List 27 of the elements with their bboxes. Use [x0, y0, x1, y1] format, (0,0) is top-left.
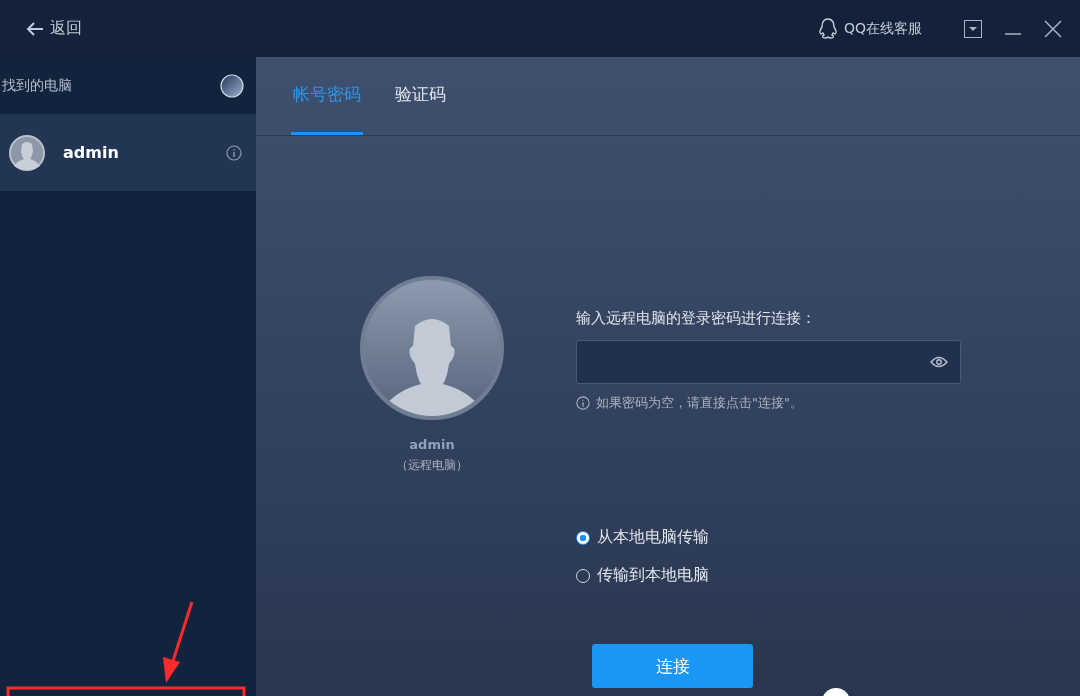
back-arrow-icon	[26, 20, 44, 37]
transfer-radio-option[interactable]: 从本地电脑传输	[576, 527, 961, 548]
password-field[interactable]	[576, 340, 961, 384]
close-icon	[1044, 19, 1062, 38]
transfer-radio-option[interactable]: 传输到本地电脑	[576, 565, 961, 586]
remote-name: admin	[409, 437, 455, 452]
info-icon[interactable]	[226, 144, 242, 161]
info-icon	[576, 396, 590, 410]
minimize-icon	[1004, 32, 1022, 35]
password-label: 输入远程电脑的登录密码进行连接：	[576, 309, 817, 328]
computer-list-item[interactable]: admin	[0, 114, 256, 191]
tab[interactable]: 验证码	[393, 57, 448, 135]
eye-icon[interactable]	[930, 356, 948, 368]
computer-name: admin	[63, 143, 120, 162]
dropdown-icon	[964, 19, 982, 38]
dropdown-menu-button[interactable]	[964, 19, 982, 38]
pointer-marker	[822, 688, 850, 696]
password-hint: 如果密码为空，请直接点击"连接"。	[596, 394, 803, 412]
close-button[interactable]	[1044, 19, 1062, 38]
penguin-icon	[817, 17, 838, 40]
sidebar-title: 找到的电脑	[2, 76, 72, 95]
back-button[interactable]: 返回	[26, 18, 82, 39]
remote-caption: （远程电脑）	[396, 457, 468, 474]
avatar-icon	[9, 134, 45, 171]
support-button[interactable]: QQ在线客服	[817, 17, 922, 40]
radio-button[interactable]	[576, 530, 590, 545]
refresh-spinner-icon[interactable]	[220, 73, 244, 98]
